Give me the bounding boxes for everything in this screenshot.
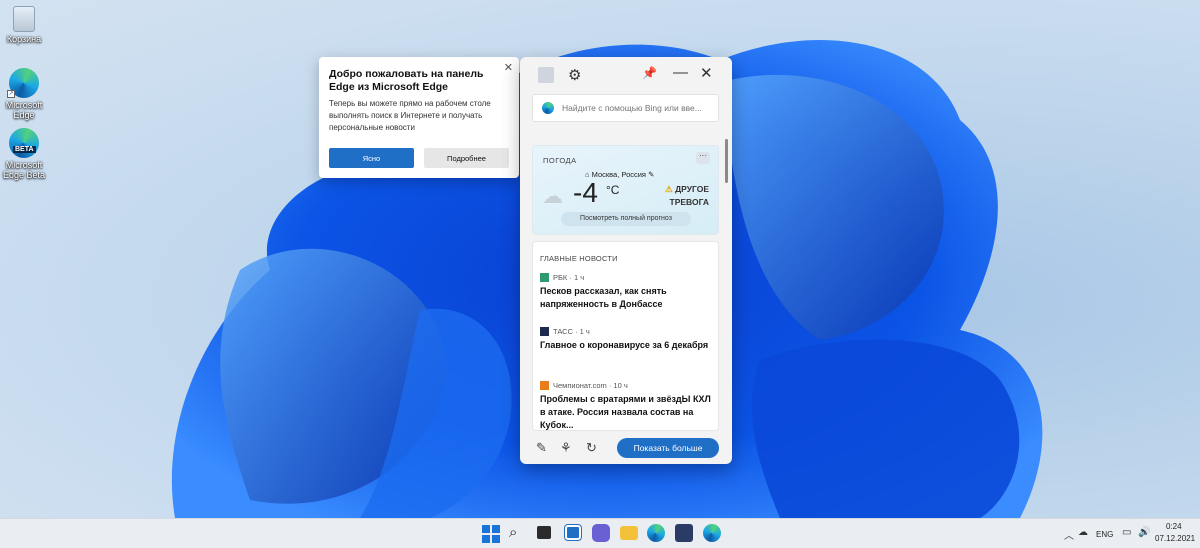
championat-source-icon [540,381,549,390]
panel-scrollbar[interactable] [725,139,728,183]
settings-gear-icon[interactable]: ⚙ [568,66,581,84]
desktop-icon-label: Microsoft Edge Beta [2,160,46,180]
close-icon[interactable]: ✕ [504,61,513,74]
tass-source-icon [540,327,549,336]
more-options-icon[interactable]: ··· [696,152,710,164]
edge-taskbar-icon[interactable] [647,524,665,542]
welcome-body: Теперь вы можете прямо на рабочем столе … [329,99,491,132]
search-input[interactable] [562,103,712,113]
news-title[interactable]: Песков рассказал, как снять напряженност… [540,285,715,311]
top-news-card: ГЛАВНЫЕ НОВОСТИ РБК · 1 ч Песков рассказ… [532,241,719,431]
task-view-icon[interactable] [537,526,551,539]
panel-header: ⚙ 📌 — ✕ [520,57,732,93]
news-source: РБК · 1 ч [553,273,585,282]
news-title[interactable]: Главное о коронавирусе за 6 декабря [540,339,715,352]
news-source: Чемпионат.com · 10 ч [553,381,628,390]
language-indicator[interactable]: ENG [1096,530,1113,539]
network-icon[interactable]: ▭ [1122,527,1131,538]
bing-search-bar[interactable] [532,94,719,122]
cloud-icon: ☁ [542,185,563,208]
weather-label: ПОГОДА [543,156,577,165]
microsoft-store-icon[interactable] [675,524,693,542]
got-it-button[interactable]: Ясно [329,148,414,168]
location-text: Москва, Россия [591,170,646,179]
personalize-interests-icon[interactable]: ⚘ [560,440,572,456]
news-item[interactable]: ТАСС · 1 ч Главное о коронавирусе за 6 д… [540,327,715,352]
warning-icon: ⚠ [665,184,676,194]
temperature-value: -4 [573,177,598,208]
edit-pencil-icon: ✎ [646,170,655,179]
edit-pencil-icon[interactable]: ✎ [536,440,547,456]
news-item[interactable]: Чемпионат.com · 10 ч Проблемы с вратарям… [540,381,715,430]
edge-sidebar-panel: ⚙ 📌 — ✕ ПОГОДА ··· ⌂ Москва, Россия ✎ ☁ … [520,57,732,464]
volume-icon[interactable]: 🔊 [1138,527,1150,538]
news-title[interactable]: Проблемы с вратарями и звёздЫ КХЛ в атак… [540,393,715,430]
file-explorer-icon[interactable] [620,526,638,540]
edge-beta-logo-icon: BETA [9,128,39,158]
search-icon[interactable]: ⌕ [509,524,527,542]
teams-chat-icon[interactable] [592,524,610,542]
alert-line-2: ТРЕВОГА [669,197,710,207]
desktop-icon-edge-beta[interactable]: BETA Microsoft Edge Beta [0,128,48,180]
clock-time[interactable]: 0:24 [1166,522,1182,531]
desktop-icon-label: Microsoft Edge [5,100,43,120]
taskbar: ⌕ ︿ ☁ ENG ▭ 🔊 0:24 07.12.2021 [0,518,1200,548]
close-panel-icon[interactable]: ✕ [700,64,713,82]
panel-footer: ✎ ⚘ ↻ Показать больше [520,433,732,464]
welcome-title: Добро пожаловать на панель Edge из Micro… [329,68,484,93]
refresh-icon[interactable]: ↻ [586,440,597,456]
show-more-button[interactable]: Показать больше [617,438,719,458]
desktop-icon-label: Корзина [6,34,42,44]
desktop-icon-edge[interactable]: ↗ Microsoft Edge [0,68,48,120]
welcome-popup: ✕ Добро пожаловать на панель Edge из Mic… [319,57,519,178]
full-forecast-button[interactable]: Посмотреть полный прогноз [561,212,691,226]
rbc-source-icon [540,273,549,282]
learn-more-button[interactable]: Подробнее [424,148,509,168]
alert-line-1: ДРУГОЕ [675,184,709,194]
edge-logo-icon [542,102,554,114]
start-windows-icon[interactable] [482,525,500,543]
beta-badge: BETA [13,146,36,153]
clock-date[interactable]: 07.12.2021 [1155,534,1195,543]
weather-card[interactable]: ПОГОДА ··· ⌂ Москва, Россия ✎ ☁ -4 °C ⚠ … [532,145,719,235]
recycle-bin-icon [13,6,35,32]
widgets-icon[interactable] [564,524,582,541]
onedrive-cloud-icon[interactable]: ☁ [1078,527,1088,538]
desktop-icon-recycle-bin[interactable]: Корзина [0,6,48,44]
minimize-icon[interactable]: — [673,64,688,81]
chevron-up-icon[interactable]: ︿ [1064,527,1074,542]
news-heading: ГЛАВНЫЕ НОВОСТИ [540,254,618,263]
shortcut-arrow-icon: ↗ [7,90,15,98]
news-item[interactable]: РБК · 1 ч Песков рассказал, как снять на… [540,273,715,311]
weather-alert[interactable]: ⚠ ДРУГОЕ ТРЕВОГА [665,183,709,209]
profile-avatar[interactable] [538,67,554,83]
news-source: ТАСС · 1 ч [553,327,590,336]
pin-icon[interactable]: 📌 [642,66,657,80]
temperature-unit: °C [606,183,620,197]
edge-beta-taskbar-icon[interactable] [703,524,721,542]
